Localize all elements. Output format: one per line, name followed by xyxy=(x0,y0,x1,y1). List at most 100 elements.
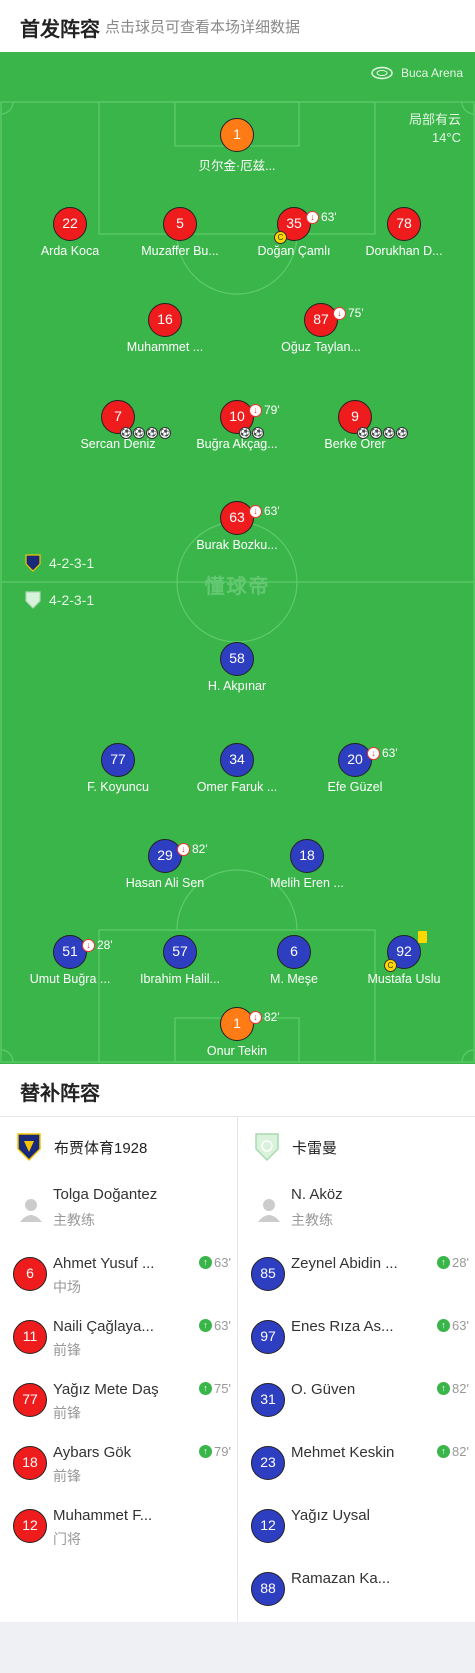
away-subs-column: 卡雷曼 N. Aköz 主教练 85 Zeynel Abidin ... ↑ 28' 9… xyxy=(238,1116,475,1620)
home-player[interactable]: 35 ↓ 63' C Doğan Çamlı xyxy=(239,207,349,258)
player-name: Efe Güzel xyxy=(327,780,383,794)
away-substitute-row[interactable]: 31 O. Güven ↑ 82' xyxy=(238,1368,475,1431)
home-player[interactable]: 78 Dorukhan D... xyxy=(349,207,459,258)
player-number: 57 xyxy=(163,935,197,969)
goal-ball-icon: ⚽ xyxy=(252,427,264,439)
away-team-crest-icon xyxy=(255,1133,279,1162)
home-team-row[interactable]: 布贾体育1928 xyxy=(0,1116,237,1178)
player-name: O. Güven xyxy=(291,1381,356,1398)
away-player[interactable]: 34 Omer Faruk ... xyxy=(182,743,292,794)
sub-in-icon: ↑ xyxy=(199,1382,213,1395)
player-name: Mehmet Keskin xyxy=(291,1444,395,1461)
goals-row: ⚽ ⚽ ⚽ ⚽ xyxy=(120,427,171,439)
player-name: Yağız Mete Daş xyxy=(53,1381,159,1398)
home-player[interactable]: 16 Muhammet ... xyxy=(110,303,220,354)
away-substitute-row[interactable]: 97 Enes Rıza As... ↑ 63' xyxy=(238,1305,475,1368)
away-coach[interactable]: N. Aköz 主教练 xyxy=(238,1178,475,1242)
captain-badge: C xyxy=(274,231,287,244)
home-substitute-row[interactable]: 18 Aybars Gök 前锋 ↑ 79' xyxy=(0,1431,237,1494)
away-player[interactable]: 51 ↓ 28' Umut Buğra ... xyxy=(15,935,125,986)
away-player[interactable]: 1 ↓ 82' Onur Tekin xyxy=(182,1007,292,1058)
home-substitute-row[interactable]: 6 Ahmet Yusuf ... 中场 ↑ 63' xyxy=(0,1242,237,1305)
player-number: 12 xyxy=(13,1509,47,1543)
player-name: Sercan Deniz xyxy=(80,437,156,451)
home-player[interactable]: 1 贝尔金·厄兹... xyxy=(182,118,292,174)
away-player[interactable]: 20 ↓ 63' Efe Güzel xyxy=(300,743,410,794)
substitution-minute: 28' xyxy=(97,938,113,952)
coach-avatar-icon xyxy=(258,1199,280,1222)
away-player[interactable]: 92 C Mustafa Uslu xyxy=(349,931,459,986)
player-number: 10 ↓ 79' ⚽ ⚽ xyxy=(220,400,280,439)
player-name: Arda Koca xyxy=(40,244,100,258)
sub-in-icon: ↑ xyxy=(199,1319,213,1332)
away-formation: 4-2-3-1 xyxy=(25,591,94,609)
player-number: 9 ⚽ ⚽ ⚽ ⚽ xyxy=(338,400,408,439)
home-formation: 4-2-3-1 xyxy=(25,554,94,572)
home-substitute-row[interactable]: 12 Muhammet F... 门将 xyxy=(0,1494,237,1557)
player-name: Omer Faruk ... xyxy=(196,780,278,794)
substitution-badge: ↓ 82' xyxy=(249,1002,280,1033)
player-position: 前锋 xyxy=(53,1342,81,1358)
player-number: 1 xyxy=(220,118,254,152)
away-substitute-row[interactable]: 88 Ramazan Ka... xyxy=(238,1557,475,1620)
substitution-minute: 82' xyxy=(264,1010,280,1024)
home-player[interactable]: 9 ⚽ ⚽ ⚽ ⚽ Berke Örer xyxy=(300,400,410,451)
player-name: Zeynel Abidin ... xyxy=(291,1255,398,1272)
sub-out-icon: ↓ xyxy=(249,1011,262,1024)
player-number: 23 xyxy=(251,1446,285,1480)
home-substitute-row[interactable]: 77 Yağız Mete Daş 前锋 ↑ 75' xyxy=(0,1368,237,1431)
player-name: Buğra Akçag... xyxy=(196,437,278,451)
home-coach[interactable]: Tolga Doğantez 主教练 xyxy=(0,1178,237,1242)
pitch: Buca Arena 局部有云 14°C 懂球帝 4-2-3-1 4-2-3-1… xyxy=(0,52,475,1064)
home-player[interactable]: 5 Muzaffer Bu... xyxy=(125,207,235,258)
home-player[interactable]: 63 ↓ 63' Burak Bozku... xyxy=(182,501,292,552)
away-player[interactable]: 58 H. Akpınar xyxy=(182,642,292,693)
player-number: 92 C xyxy=(384,931,427,972)
weather-condition: 局部有云 xyxy=(408,112,461,127)
sub-in-minute-text: 82' xyxy=(452,1444,469,1459)
home-player[interactable]: 22 Arda Koca xyxy=(15,207,125,258)
player-name: H. Akpınar xyxy=(207,679,267,693)
coach-role: 主教练 xyxy=(53,1212,95,1228)
player-name: Muhammet ... xyxy=(126,340,204,354)
player-name: Burak Bozku... xyxy=(196,538,278,552)
away-team-crest-icon xyxy=(25,591,41,609)
player-number: 51 ↓ 28' xyxy=(53,935,113,969)
home-player[interactable]: 7 ⚽ ⚽ ⚽ ⚽ Sercan Deniz xyxy=(63,400,173,451)
away-team-row[interactable]: 卡雷曼 xyxy=(238,1116,475,1178)
goal-ball-icon: ⚽ xyxy=(133,427,145,439)
player-name: Berke Örer xyxy=(324,437,386,451)
substitution-badge: ↓ 63' xyxy=(306,202,337,233)
away-player[interactable]: 18 Melih Eren ... xyxy=(252,839,362,890)
away-substitute-row[interactable]: 23 Mehmet Keskin ↑ 82' xyxy=(238,1431,475,1494)
player-number: 97 xyxy=(251,1320,285,1354)
away-substitute-row[interactable]: 12 Yağız Uysal xyxy=(238,1494,475,1557)
player-name: Enes Rıza As... xyxy=(291,1318,394,1335)
player-name: Dorukhan D... xyxy=(365,244,443,258)
player-name: Naili Çağlaya... xyxy=(53,1318,154,1335)
player-name: Yağız Uysal xyxy=(291,1507,370,1524)
home-player[interactable]: 87 ↓ 75' Oğuz Taylan... xyxy=(266,303,376,354)
player-name: Onur Tekin xyxy=(206,1044,268,1058)
player-number: 6 xyxy=(13,1257,47,1291)
sub-in-minute: ↑ 82' xyxy=(437,1444,469,1459)
player-number: 58 xyxy=(220,642,254,676)
substitution-minute: 63' xyxy=(321,210,337,224)
player-number: 18 xyxy=(290,839,324,873)
home-substitute-row[interactable]: 11 Naili Çağlaya... 前锋 ↑ 63' xyxy=(0,1305,237,1368)
sub-in-minute: ↑ 79' xyxy=(199,1444,231,1459)
goal-ball-icon: ⚽ xyxy=(159,427,171,439)
substitution-minute: 79' xyxy=(264,403,280,417)
away-player[interactable]: 77 F. Koyuncu xyxy=(63,743,173,794)
venue: Buca Arena xyxy=(371,66,463,80)
player-number: 22 xyxy=(53,207,87,241)
away-substitute-row[interactable]: 85 Zeynel Abidin ... ↑ 28' xyxy=(238,1242,475,1305)
away-player[interactable]: 6 M. Meşe xyxy=(239,935,349,986)
away-player[interactable]: 57 Ibrahim Halil... xyxy=(125,935,235,986)
player-number: 77 xyxy=(13,1383,47,1417)
away-player[interactable]: 29 ↓ 82' Hasan Ali Sen xyxy=(110,839,220,890)
page-subtitle: 点击球员可查看本场详细数据 xyxy=(105,19,301,36)
sub-out-icon: ↓ xyxy=(367,747,380,760)
home-player[interactable]: 10 ↓ 79' ⚽ ⚽ Buğra Akçag... xyxy=(182,400,292,451)
away-formation-text: 4-2-3-1 xyxy=(49,592,95,608)
